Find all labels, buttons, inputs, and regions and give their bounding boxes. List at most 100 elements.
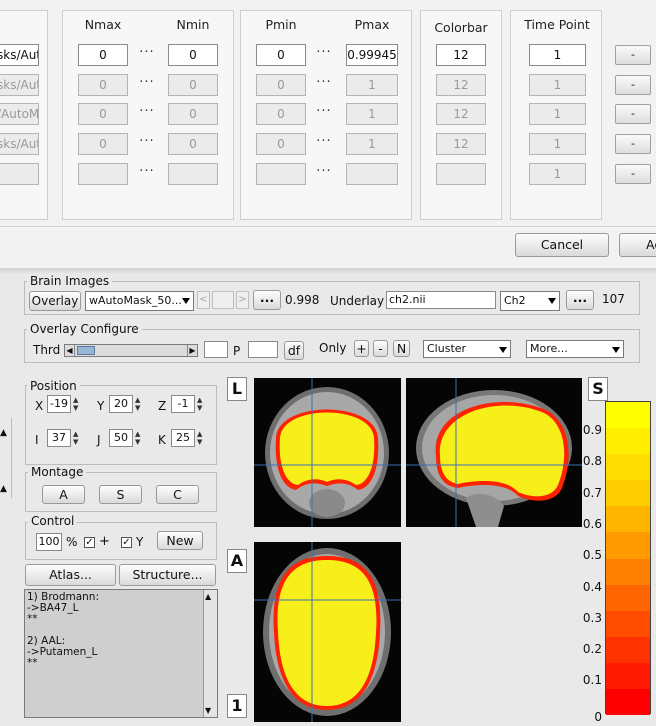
nmax-field[interactable]: 0 [78, 74, 128, 96]
overlay-index-field[interactable] [212, 291, 234, 309]
pmin-field[interactable]: 0 [256, 133, 306, 155]
remove-row-button[interactable]: - [615, 164, 651, 184]
colorbar-field[interactable]: 12 [436, 44, 486, 66]
montage-s-button[interactable]: S [99, 485, 142, 504]
slider-right-arrow-icon[interactable]: ▶ [187, 345, 197, 356]
more-select[interactable]: More... [526, 340, 624, 358]
remove-row-button[interactable]: - [615, 104, 651, 124]
nmin-field[interactable]: 0 [168, 74, 218, 96]
underlay-select[interactable]: Ch2 [500, 291, 560, 311]
timepoint-header: Time Point [524, 17, 590, 32]
scroll-down-icon[interactable]: ▼ [205, 706, 211, 715]
pmax-field[interactable]: 1 [346, 133, 398, 155]
pmax-field[interactable]: 0.99945 [346, 44, 398, 66]
colorbar-segment [606, 610, 650, 638]
nmin-field[interactable]: 0 [168, 103, 218, 125]
zoom-percent-field[interactable]: 100 [36, 533, 62, 551]
remove-row-button[interactable]: - [615, 45, 651, 65]
side-arrow-icon[interactable]: ▲ [0, 428, 10, 442]
nmin-field[interactable]: 0 [168, 133, 218, 155]
slider-thumb[interactable] [77, 346, 95, 355]
sagittal-view[interactable] [406, 378, 582, 527]
stepper-icon[interactable]: ▲ ▼ [73, 396, 80, 412]
montage-a-button[interactable]: A [42, 485, 85, 504]
scroll-up-icon[interactable]: ▲ [205, 592, 211, 601]
coronal-view[interactable] [254, 378, 401, 527]
pmax-field[interactable]: 1 [346, 74, 398, 96]
timepoint-field[interactable]: 1 [529, 103, 586, 125]
only-n-button[interactable]: N [393, 340, 410, 357]
pmax-field[interactable] [346, 163, 398, 185]
mask-path-field[interactable] [0, 163, 39, 185]
pmin-field[interactable]: 0 [256, 103, 306, 125]
nmax-field[interactable]: 0 [78, 103, 128, 125]
overlay-browse-button[interactable]: ... [253, 290, 281, 310]
pmin-field[interactable]: 0 [256, 74, 306, 96]
crosshair-checkbox[interactable]: ✓ [84, 537, 95, 548]
structure-button[interactable]: Structure... [119, 564, 216, 586]
range-separator: ··· [316, 45, 332, 60]
new-button[interactable]: New [157, 531, 203, 550]
atlas-info-textarea[interactable]: 1) Brodmann: ->BA47_L ** 2) AAL: ->Putamen_L… [24, 589, 218, 718]
pmin-field[interactable] [256, 163, 306, 185]
p-field[interactable] [248, 341, 278, 358]
j-coord-field[interactable]: 50 [109, 429, 133, 447]
k-coord-field[interactable]: 25 [171, 429, 195, 447]
stepper-icon[interactable]: ▲ ▼ [197, 430, 204, 446]
x-coord-field[interactable]: -19 [47, 395, 71, 413]
timepoint-field[interactable]: 1 [529, 44, 586, 66]
colorbar-field[interactable] [436, 163, 486, 185]
colorbar-field[interactable]: 12 [436, 133, 486, 155]
nmax-field[interactable]: 0 [78, 133, 128, 155]
only-minus-button[interactable]: - [373, 340, 388, 357]
threshold-field[interactable] [204, 341, 228, 358]
atlas-button[interactable]: Atlas... [25, 564, 116, 586]
mask-path-field[interactable]: sks/Aut [0, 44, 39, 66]
info-scrollbar[interactable]: ▲ ▼ [203, 590, 217, 717]
stepper-icon[interactable]: ▲ ▼ [135, 430, 142, 446]
i-coord-field[interactable]: 37 [47, 429, 71, 447]
underlay-file-field[interactable]: ch2.nii [386, 291, 496, 309]
cluster-select[interactable]: Cluster [423, 340, 511, 358]
nmax-field[interactable]: 0 [78, 44, 128, 66]
cancel-button[interactable]: Cancel [515, 233, 609, 257]
y-coord-field[interactable]: 20 [109, 395, 133, 413]
montage-c-button[interactable]: C [156, 485, 199, 504]
pmax-field[interactable]: 1 [346, 103, 398, 125]
colorbar-field[interactable]: 12 [436, 74, 486, 96]
colorbar-tick-label: 0.2 [582, 642, 602, 657]
mask-path-field[interactable]: /AutoM [0, 103, 39, 125]
df-button[interactable]: df [284, 341, 304, 360]
stepper-icon[interactable]: ▲ ▼ [135, 396, 142, 412]
z-coord-field[interactable]: -1 [171, 395, 195, 413]
remove-row-button[interactable]: - [615, 134, 651, 154]
colorbar-field[interactable]: 12 [436, 103, 486, 125]
overlay-file-select[interactable]: wAutoMask_50... [85, 291, 194, 311]
pmin-field[interactable]: 0 [256, 44, 306, 66]
stepper-icon[interactable]: ▲ ▼ [73, 430, 80, 446]
timepoint-field[interactable]: 1 [529, 133, 586, 155]
remove-row-button[interactable]: - [615, 75, 651, 95]
mask-path-field[interactable]: sks/Aut [0, 133, 39, 155]
colorbar-tick-label: 0.3 [582, 610, 602, 625]
side-arrow-icon[interactable]: ▲ [0, 484, 10, 498]
stepper-icon[interactable]: ▲ ▼ [197, 396, 204, 412]
underlay-browse-button[interactable]: ... [566, 290, 594, 310]
threshold-slider[interactable]: ◀ ▶ [64, 344, 198, 357]
overlay-next-button[interactable]: > [236, 291, 249, 309]
slider-left-arrow-icon[interactable]: ◀ [65, 345, 75, 356]
y-checkbox[interactable]: ✓ [121, 537, 132, 548]
colorbar-segment [606, 688, 650, 716]
overlay-button[interactable]: Overlay [29, 291, 81, 311]
timepoint-field[interactable]: 1 [529, 163, 586, 185]
dialog-divider [0, 226, 656, 227]
nmin-field[interactable]: 0 [168, 44, 218, 66]
nmin-field[interactable] [168, 163, 218, 185]
nmax-field[interactable] [78, 163, 128, 185]
accept-button[interactable]: Ac [619, 233, 656, 257]
overlay-prev-button[interactable]: < [197, 291, 210, 309]
axial-view[interactable] [254, 542, 401, 722]
only-plus-button[interactable]: + [354, 340, 369, 357]
timepoint-field[interactable]: 1 [529, 74, 586, 96]
mask-path-field[interactable]: sks/Aut [0, 74, 39, 96]
